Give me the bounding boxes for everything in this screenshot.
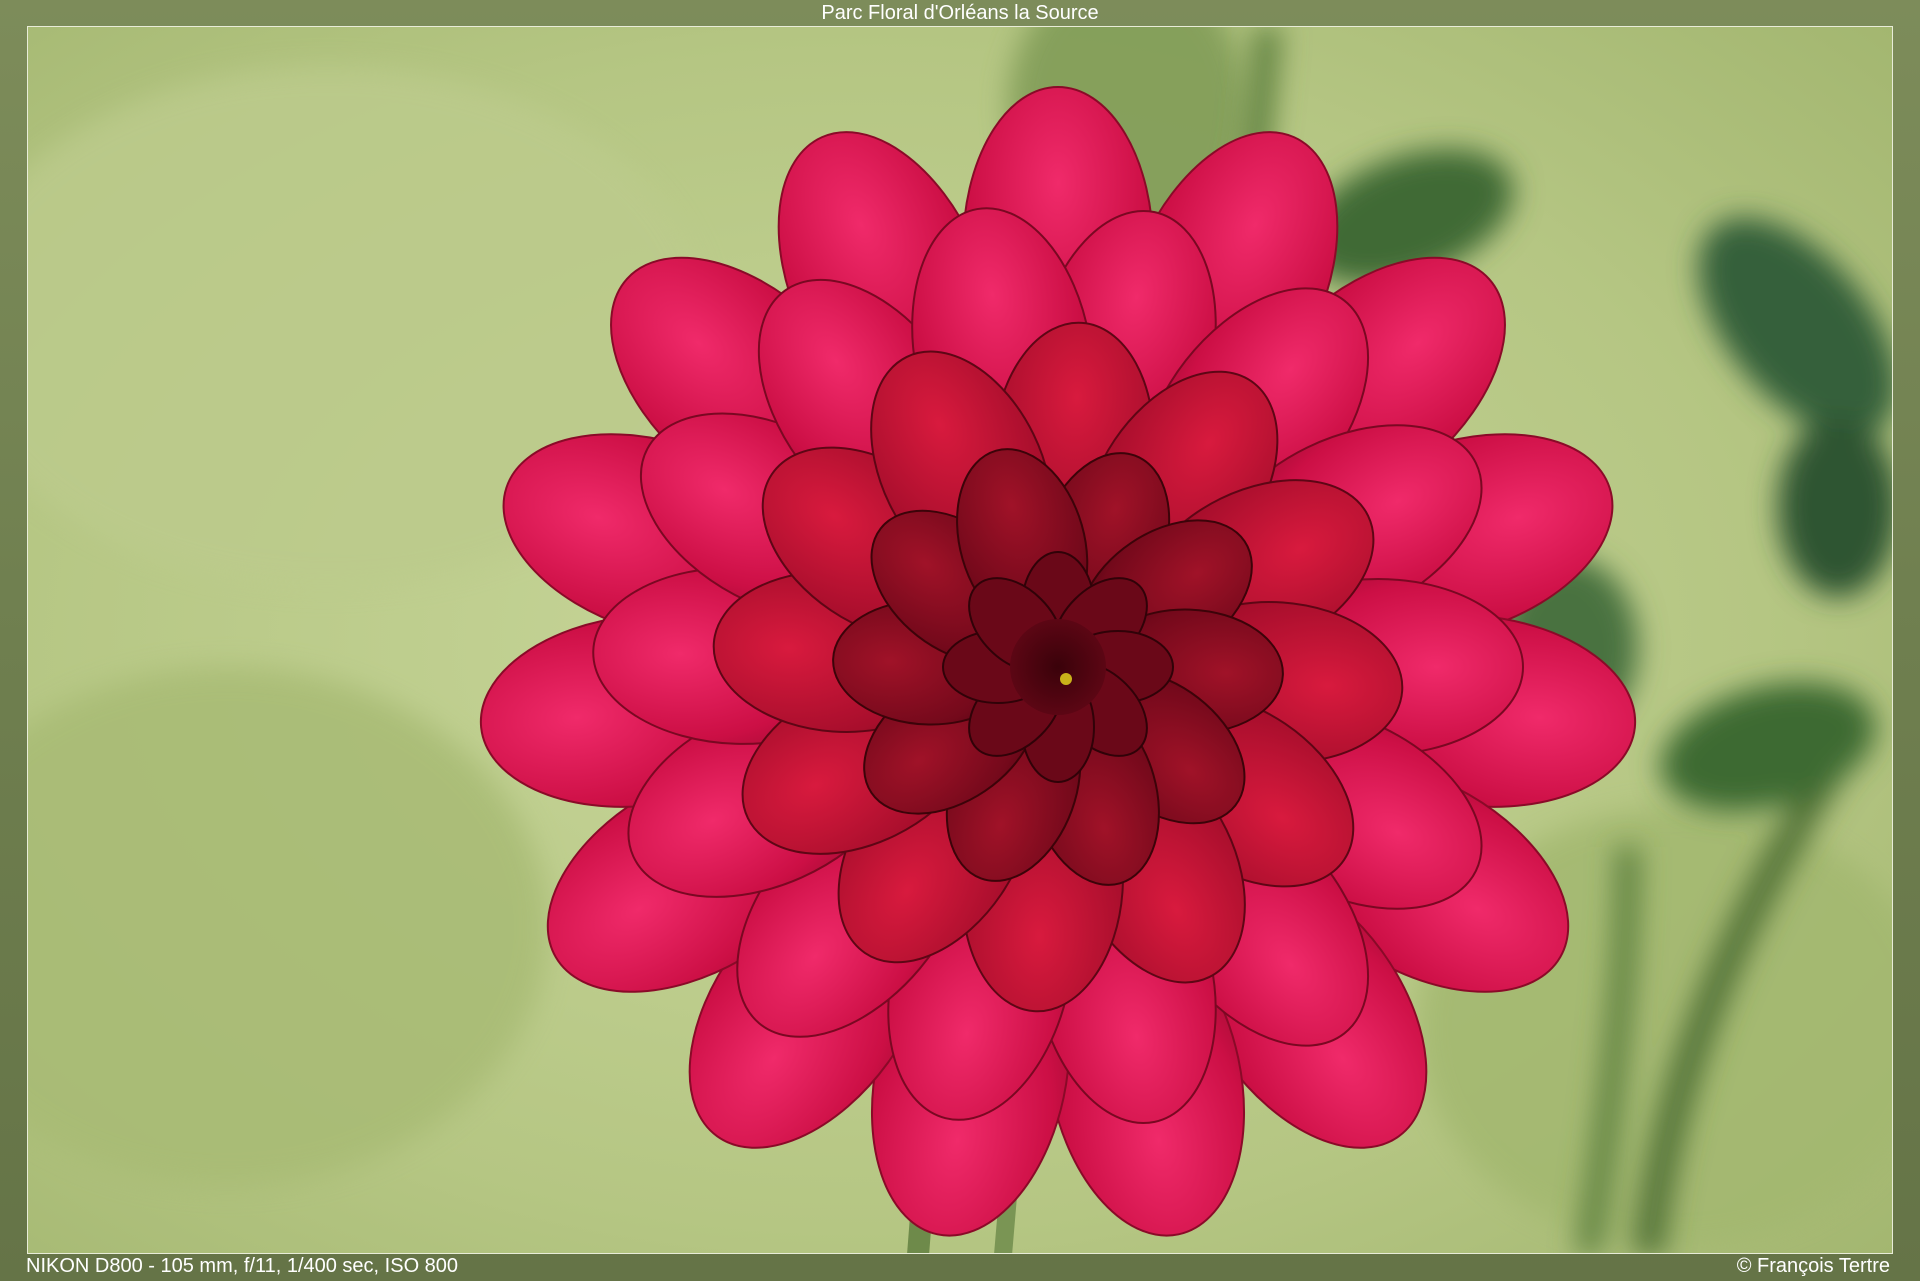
flower-center <box>1010 619 1106 715</box>
copyright-notice: © François Tertre <box>1736 1255 1890 1277</box>
exif-info: NIKON D800 - 105 mm, f/11, 1/400 sec, IS… <box>26 1255 459 1277</box>
photo-title: Parc Floral d'Orléans la Source <box>821 2 1099 24</box>
photo-image <box>28 27 1892 1253</box>
photo-frame: Parc Floral d'Orléans la Source NIKON D8… <box>0 0 1920 1281</box>
dahlia-photo <box>27 26 1893 1254</box>
